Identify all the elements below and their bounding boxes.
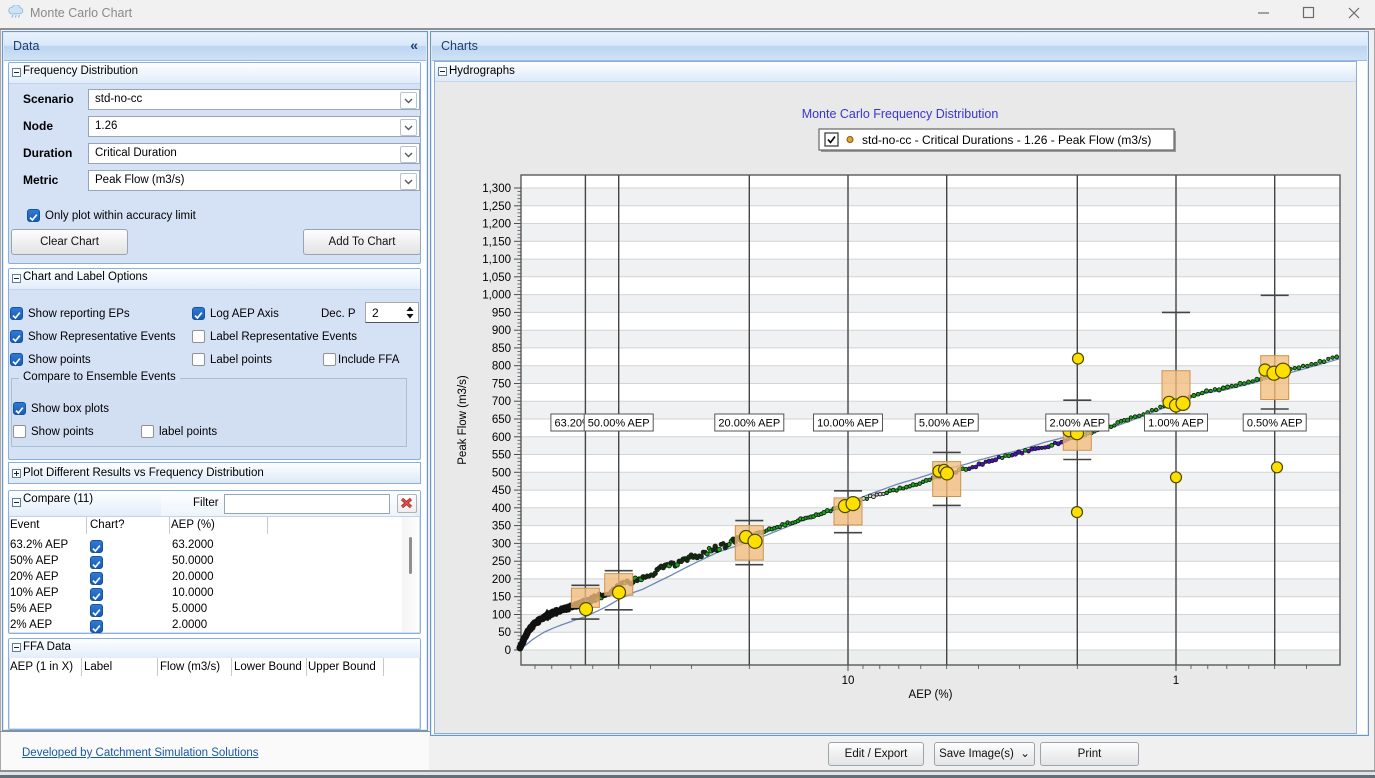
svg-text:250: 250 bbox=[492, 556, 511, 568]
svg-text:950: 950 bbox=[492, 307, 511, 319]
svg-text:300: 300 bbox=[492, 538, 511, 550]
svg-text:1,150: 1,150 bbox=[482, 236, 511, 248]
svg-text:10: 10 bbox=[842, 675, 855, 687]
svg-text:0: 0 bbox=[505, 645, 511, 657]
svg-text:850: 850 bbox=[492, 343, 511, 355]
svg-text:50: 50 bbox=[498, 627, 511, 639]
svg-text:50.00% AEP: 50.00% AEP bbox=[588, 418, 650, 430]
svg-text:750: 750 bbox=[492, 379, 511, 391]
svg-text:100: 100 bbox=[492, 610, 511, 622]
svg-text:0.50% AEP: 0.50% AEP bbox=[1247, 418, 1303, 430]
svg-text:1: 1 bbox=[1173, 675, 1179, 687]
svg-text:Peak Flow (m3/s): Peak Flow (m3/s) bbox=[457, 375, 469, 465]
svg-text:150: 150 bbox=[492, 592, 511, 604]
svg-text:1,050: 1,050 bbox=[482, 272, 511, 284]
svg-text:AEP (%): AEP (%) bbox=[909, 689, 953, 701]
svg-text:10.00% AEP: 10.00% AEP bbox=[817, 418, 879, 430]
svg-text:20.00% AEP: 20.00% AEP bbox=[718, 418, 780, 430]
svg-text:200: 200 bbox=[492, 574, 511, 586]
svg-text:900: 900 bbox=[492, 325, 511, 337]
svg-text:450: 450 bbox=[492, 485, 511, 497]
svg-text:1,100: 1,100 bbox=[482, 254, 511, 266]
svg-text:2.00% AEP: 2.00% AEP bbox=[1049, 418, 1105, 430]
svg-text:650: 650 bbox=[492, 414, 511, 426]
svg-text:500: 500 bbox=[492, 467, 511, 479]
svg-text:350: 350 bbox=[492, 521, 511, 533]
svg-text:550: 550 bbox=[492, 450, 511, 462]
svg-text:400: 400 bbox=[492, 503, 511, 515]
svg-text:Monte Carlo Frequency Distribu: Monte Carlo Frequency Distribution bbox=[802, 107, 999, 121]
svg-text:1,250: 1,250 bbox=[482, 201, 511, 213]
svg-text:700: 700 bbox=[492, 396, 511, 408]
svg-text:1,200: 1,200 bbox=[482, 219, 511, 231]
svg-text:std-no-cc - Critical Durations: std-no-cc - Critical Durations - 1.26 - … bbox=[862, 133, 1151, 147]
svg-text:800: 800 bbox=[492, 361, 511, 373]
svg-text:1,300: 1,300 bbox=[482, 183, 511, 195]
svg-text:5.00% AEP: 5.00% AEP bbox=[919, 418, 975, 430]
svg-text:1,000: 1,000 bbox=[482, 290, 511, 302]
svg-text:1.00% AEP: 1.00% AEP bbox=[1148, 418, 1204, 430]
svg-text:600: 600 bbox=[492, 432, 511, 444]
